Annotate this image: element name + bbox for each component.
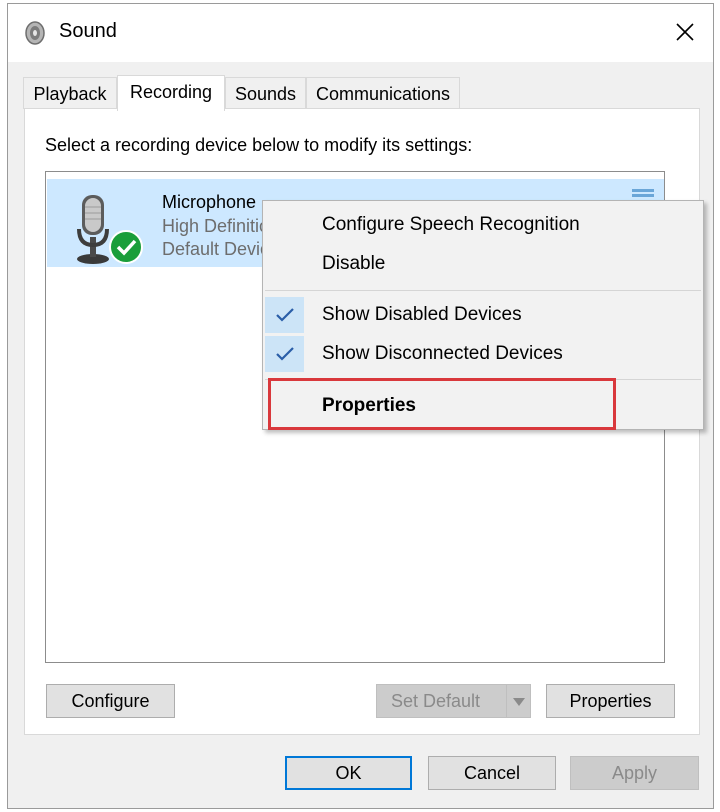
menu-separator [265, 290, 701, 291]
checkmark-icon [276, 347, 294, 361]
highlight-outline [268, 378, 616, 430]
close-icon [676, 23, 694, 41]
ok-button[interactable]: OK [285, 756, 412, 790]
tab-recording[interactable]: Recording [117, 75, 225, 111]
instructions-text: Select a recording device below to modif… [45, 135, 473, 155]
checkmark-icon [276, 308, 294, 322]
menu-item-show-disabled[interactable]: Show Disabled Devices [263, 296, 703, 334]
tab-communications[interactable]: Communications [306, 77, 460, 109]
cancel-button[interactable]: Cancel [428, 756, 556, 790]
menu-check-mark [265, 336, 304, 372]
close-button[interactable] [657, 4, 713, 62]
window-title: Sound [59, 20, 117, 42]
speaker-icon [24, 20, 46, 46]
properties-button[interactable]: Properties [546, 684, 675, 718]
chevron-down-icon [513, 698, 525, 706]
menu-item-disable[interactable]: Disable [263, 245, 703, 283]
tab-sounds[interactable]: Sounds [225, 77, 306, 109]
set-default-dropdown[interactable] [506, 685, 530, 717]
apply-button[interactable]: Apply [570, 756, 699, 790]
title-bar[interactable]: Sound [8, 4, 713, 62]
menu-item-show-disconnected[interactable]: Show Disconnected Devices [263, 335, 703, 373]
set-default-label: Set Default [391, 691, 481, 711]
tab-playback[interactable]: Playback [23, 77, 117, 109]
menu-item-label: Configure Speech Recognition [322, 214, 580, 235]
configure-button[interactable]: Configure [46, 684, 175, 718]
menu-item-configure-speech[interactable]: Configure Speech Recognition [263, 206, 703, 244]
set-default-button[interactable]: Set Default [376, 684, 531, 718]
menu-check-mark [265, 297, 304, 333]
device-name: Microphone [162, 192, 257, 212]
default-check-icon [109, 230, 143, 264]
menu-item-label: Show Disconnected Devices [322, 343, 563, 364]
menu-item-label: Show Disabled Devices [322, 304, 522, 325]
menu-item-label: Disable [322, 253, 386, 274]
